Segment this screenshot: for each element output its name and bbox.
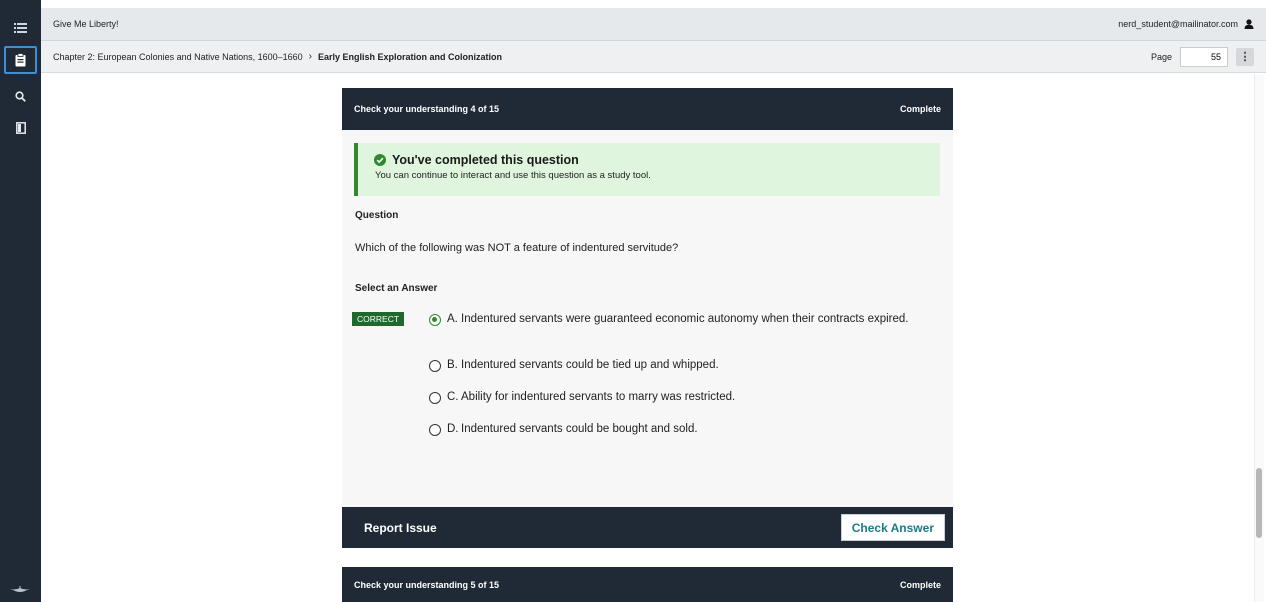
breadcrumb-separator-icon: › bbox=[308, 51, 313, 62]
breadcrumb-section: Early English Exploration and Colonizati… bbox=[318, 51, 503, 62]
check-circle-icon bbox=[374, 154, 386, 166]
radio-selected-icon[interactable] bbox=[429, 313, 441, 326]
user-email[interactable]: nerd_student@mailinator.com bbox=[1118, 19, 1238, 29]
app-header: Give Me Liberty! nerd_student@mailinator… bbox=[41, 8, 1266, 41]
logo-icon bbox=[7, 586, 33, 592]
option-text: Indentured servants could be tied up and… bbox=[461, 359, 719, 371]
answer-option-c[interactable]: C. Ability for indentured servants to ma… bbox=[429, 390, 929, 405]
option-text: Ability for indentured servants to marry… bbox=[461, 391, 736, 403]
option-letter: B. bbox=[447, 359, 458, 371]
list-icon[interactable] bbox=[4, 14, 37, 42]
more-options-icon[interactable]: ⋮ bbox=[1236, 47, 1254, 66]
answer-option-d[interactable]: D. Indentured servants could be bought a… bbox=[429, 422, 929, 437]
page-navigator: Page ⋮ bbox=[1150, 46, 1254, 67]
next-question-card-title: Check your understanding 5 of 15 bbox=[354, 579, 500, 590]
user-menu[interactable]: nerd_student@mailinator.com bbox=[1118, 19, 1254, 29]
select-answer-label: Select an Answer bbox=[355, 283, 438, 294]
alert-message: You can continue to interact and use thi… bbox=[375, 170, 651, 181]
completion-alert: You've completed this question You can c… bbox=[354, 143, 940, 196]
scrollbar-thumb[interactable] bbox=[1256, 468, 1262, 538]
page-label: Page bbox=[1150, 51, 1172, 62]
page-number-input[interactable] bbox=[1180, 46, 1228, 67]
question-status: Complete bbox=[899, 104, 941, 114]
correct-badge: CORRECT bbox=[352, 312, 405, 326]
report-issue-button[interactable]: Report Issue bbox=[364, 521, 437, 535]
answer-option-a[interactable]: A. Indentured servants were guaranteed e… bbox=[429, 312, 929, 327]
answer-option-b[interactable]: B. Indentured servants could be tied up … bbox=[429, 358, 929, 373]
notebook-icon[interactable] bbox=[4, 114, 37, 142]
alert-title: You've completed this question bbox=[392, 153, 579, 167]
option-text: Indentured servants could be bought and … bbox=[461, 423, 698, 435]
check-answer-button[interactable]: Check Answer bbox=[840, 514, 945, 541]
radio-unselected-icon[interactable] bbox=[429, 391, 441, 404]
breadcrumb: Chapter 2: European Colonies and Native … bbox=[41, 41, 1266, 73]
search-icon[interactable] bbox=[4, 82, 37, 110]
next-question-status: Complete bbox=[899, 579, 941, 590]
breadcrumb-chapter[interactable]: Chapter 2: European Colonies and Native … bbox=[53, 52, 303, 62]
question-label: Question bbox=[355, 210, 399, 221]
question-text: Which of the following was NOT a feature… bbox=[355, 242, 679, 254]
user-icon[interactable] bbox=[1244, 19, 1254, 29]
question-card-footer: Report Issue Check Answer bbox=[342, 507, 953, 548]
next-question-card-header: Check your understanding 5 of 15 Complet… bbox=[342, 567, 953, 602]
question-card-body: You've completed this question You can c… bbox=[342, 130, 953, 507]
app-title: Give Me Liberty! bbox=[53, 19, 119, 29]
option-text: Indentured servants were guaranteed econ… bbox=[461, 313, 909, 325]
radio-unselected-icon[interactable] bbox=[429, 359, 441, 372]
question-card-title: Check your understanding 4 of 15 bbox=[354, 104, 500, 114]
option-letter: C. bbox=[447, 391, 459, 403]
option-letter: A. bbox=[447, 313, 458, 325]
radio-unselected-icon[interactable] bbox=[429, 423, 441, 436]
left-rail bbox=[0, 0, 41, 602]
option-letter: D. bbox=[447, 423, 459, 435]
question-card-header: Check your understanding 4 of 15 Complet… bbox=[342, 88, 953, 130]
clipboard-icon[interactable] bbox=[4, 46, 37, 74]
